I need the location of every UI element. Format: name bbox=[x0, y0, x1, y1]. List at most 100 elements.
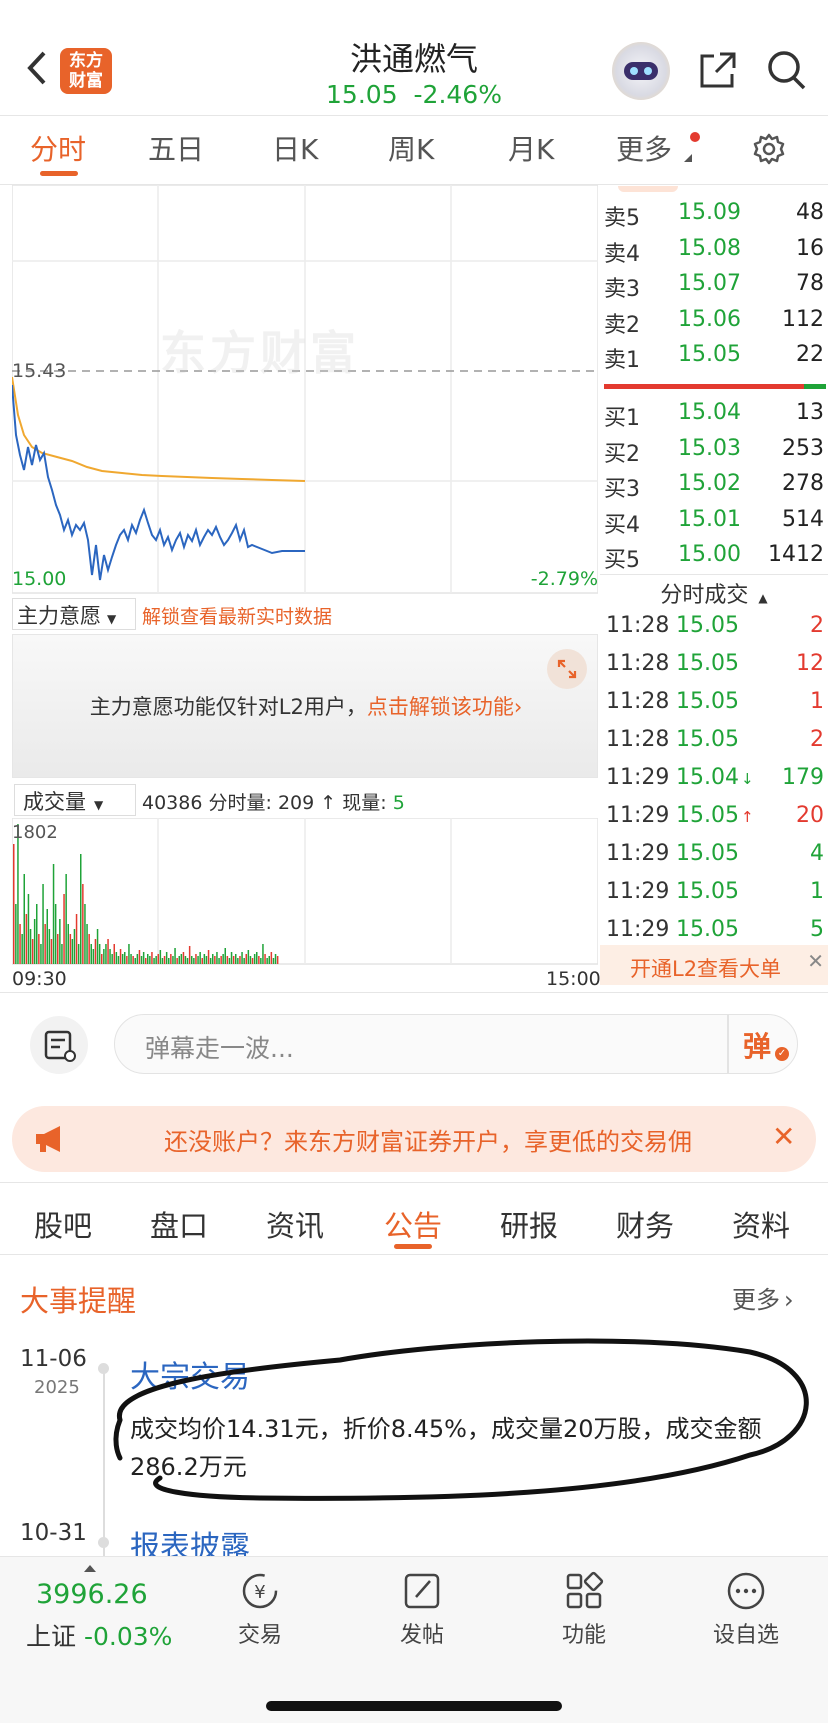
caret-up-icon: ▲ bbox=[758, 591, 768, 605]
index-info[interactable]: 上证 -0.03% bbox=[26, 1617, 172, 1653]
intraday-chart[interactable]: 东方财富 15.43 15.00 -2.79% bbox=[12, 185, 598, 595]
orderbook-top-accent bbox=[618, 186, 678, 192]
volume-bar bbox=[136, 954, 139, 964]
volume-bar bbox=[172, 956, 174, 964]
ask-row[interactable]: 卖4 15.08 16 bbox=[600, 236, 828, 270]
promo-banner[interactable]: 还没账户？来东方财富证券开户，享更低的交易佣 ✕ bbox=[12, 1106, 816, 1172]
unlock-realtime-link[interactable]: 解锁查看最新实时数据 bbox=[142, 602, 332, 629]
trade-yen-icon: ¥ bbox=[242, 1573, 278, 1609]
trade-price: 15.05 bbox=[676, 727, 739, 752]
events-more-link[interactable]: 更多 › bbox=[732, 1280, 794, 1315]
subtab-finance[interactable]: 财务 bbox=[616, 1203, 674, 1245]
bottom-bar: 3996.26 上证 -0.03% ¥ 交易 发帖 功能 设自选 bbox=[0, 1556, 828, 1723]
bid-label: 买3 bbox=[604, 477, 640, 502]
volume-bar bbox=[232, 956, 235, 964]
volume-total: 40386 bbox=[142, 792, 203, 814]
trade-row: 11:28 15.05 2 bbox=[600, 727, 828, 763]
volume-bar bbox=[276, 956, 279, 964]
main-force-dropdown[interactable]: 主力意愿 ▼ bbox=[12, 598, 136, 630]
logo-line1: 东方 bbox=[69, 51, 103, 71]
bid-row[interactable]: 买2 15.03 253 bbox=[600, 436, 828, 470]
ask-row[interactable]: 卖1 15.05 22 bbox=[600, 342, 828, 376]
volume-bar bbox=[98, 944, 101, 964]
bottom-watchlist-button[interactable]: 设自选 bbox=[696, 1569, 796, 1659]
danmaku-input[interactable]: 弹幕走一波... 弹 ✓ bbox=[114, 1014, 798, 1074]
edit-icon bbox=[404, 1573, 440, 1609]
bid-row[interactable]: 买4 15.01 514 bbox=[600, 507, 828, 541]
share-icon[interactable] bbox=[698, 50, 738, 90]
volume-bar bbox=[96, 929, 99, 964]
volume-bar bbox=[111, 954, 113, 964]
l2-unlock-link[interactable]: 点击解锁该功能› bbox=[367, 695, 522, 719]
trade-price: 15.05 bbox=[676, 613, 739, 638]
volume-bar bbox=[161, 958, 164, 964]
volume-bar bbox=[270, 952, 273, 964]
bid-volume: 253 bbox=[782, 435, 824, 461]
tab-day-k[interactable]: 日K bbox=[272, 128, 318, 168]
volume-bar bbox=[251, 958, 254, 964]
volume-bar bbox=[193, 958, 195, 964]
search-icon[interactable] bbox=[766, 48, 808, 92]
subtab-research[interactable]: 研报 bbox=[500, 1203, 558, 1245]
trade-price-wrap: 15.05 bbox=[676, 917, 739, 942]
volume-bar bbox=[31, 939, 34, 964]
subtab-announcements[interactable]: 公告 bbox=[384, 1203, 442, 1245]
tab-month-k[interactable]: 月K bbox=[508, 128, 554, 168]
danmaku-list-icon[interactable] bbox=[30, 1016, 88, 1074]
trades-panel[interactable]: 分时成交 ▲ 11:28 15.05 2 11:28 15.05 12 11:28 15.05 1… bbox=[600, 574, 828, 988]
ask-row[interactable]: 卖2 15.06 112 bbox=[600, 307, 828, 341]
tab-more[interactable]: 更多 bbox=[616, 128, 672, 168]
bid-row[interactable]: 买1 15.04 13 bbox=[600, 400, 828, 434]
volume-dropdown[interactable]: 成交量 ▼ bbox=[14, 784, 136, 816]
ask-row[interactable]: 卖3 15.07 78 bbox=[600, 271, 828, 305]
trade-row: 11:29 15.05 ↑ 20 bbox=[600, 803, 828, 839]
subtab-pankou[interactable]: 盘口 bbox=[150, 1203, 208, 1245]
bid-price: 15.00 bbox=[678, 542, 741, 567]
ask-volume: 16 bbox=[796, 235, 824, 261]
bottom-post-button[interactable]: 发帖 bbox=[372, 1569, 472, 1659]
current-volume-value: 5 bbox=[392, 792, 405, 814]
up-arrow-icon: ↑ bbox=[320, 792, 337, 814]
bid-label: 买4 bbox=[604, 512, 640, 538]
tab-fenshi[interactable]: 分时 bbox=[30, 128, 86, 168]
back-icon[interactable] bbox=[22, 48, 52, 88]
megaphone-icon bbox=[32, 1124, 68, 1154]
bid-row[interactable]: 买3 15.02 278 bbox=[600, 471, 828, 505]
volume-bar bbox=[142, 952, 145, 964]
subtab-profile[interactable]: 资料 bbox=[732, 1203, 790, 1245]
danmaku-send-button[interactable]: 弹 ✓ bbox=[743, 1025, 793, 1065]
l2-banner-text: 开通L2查看大单 bbox=[630, 957, 782, 981]
volume-chart[interactable]: 1802 bbox=[12, 818, 598, 966]
divider bbox=[0, 1182, 828, 1183]
volume-bar bbox=[126, 956, 128, 964]
bid-row[interactable]: 买5 15.00 1412 bbox=[600, 542, 828, 576]
settings-gear-icon[interactable] bbox=[752, 132, 786, 166]
trade-price: 15.05 bbox=[676, 689, 739, 714]
l2-banner[interactable]: 开通L2查看大单 ✕ bbox=[600, 945, 828, 985]
volume-bar bbox=[101, 954, 103, 964]
ask-row[interactable]: 卖5 15.09 48 bbox=[600, 200, 828, 234]
high-price-label: 15.43 bbox=[12, 360, 67, 382]
assistant-avatar[interactable] bbox=[612, 42, 670, 100]
promo-close-icon[interactable]: ✕ bbox=[772, 1120, 795, 1153]
expand-icon[interactable] bbox=[547, 649, 587, 689]
ask-volume: 48 bbox=[796, 200, 824, 225]
trade-time: 11:28 bbox=[606, 651, 670, 676]
subtab-guba[interactable]: 股吧 bbox=[34, 1203, 92, 1245]
volume-bar bbox=[134, 958, 136, 964]
bottom-function-button[interactable]: 功能 bbox=[534, 1569, 634, 1659]
bottom-trade-button[interactable]: ¥ 交易 bbox=[210, 1569, 310, 1659]
trades-header[interactable]: 分时成交 ▲ bbox=[600, 577, 828, 609]
subtab-news[interactable]: 资讯 bbox=[266, 1203, 324, 1245]
tab-week-k[interactable]: 周K bbox=[388, 128, 434, 168]
post-label: 发帖 bbox=[399, 1623, 444, 1648]
trade-price-wrap: 15.05 bbox=[676, 727, 739, 752]
close-icon[interactable]: ✕ bbox=[807, 949, 824, 973]
volume-bar bbox=[90, 944, 92, 964]
index-value[interactable]: 3996.26 bbox=[36, 1579, 148, 1610]
tab-wuri[interactable]: 五日 bbox=[148, 128, 204, 168]
current-volume-label: 现量: bbox=[342, 792, 387, 814]
volume-bar bbox=[107, 939, 109, 964]
home-indicator bbox=[266, 1701, 562, 1711]
trade-label: 交易 bbox=[237, 1623, 282, 1648]
